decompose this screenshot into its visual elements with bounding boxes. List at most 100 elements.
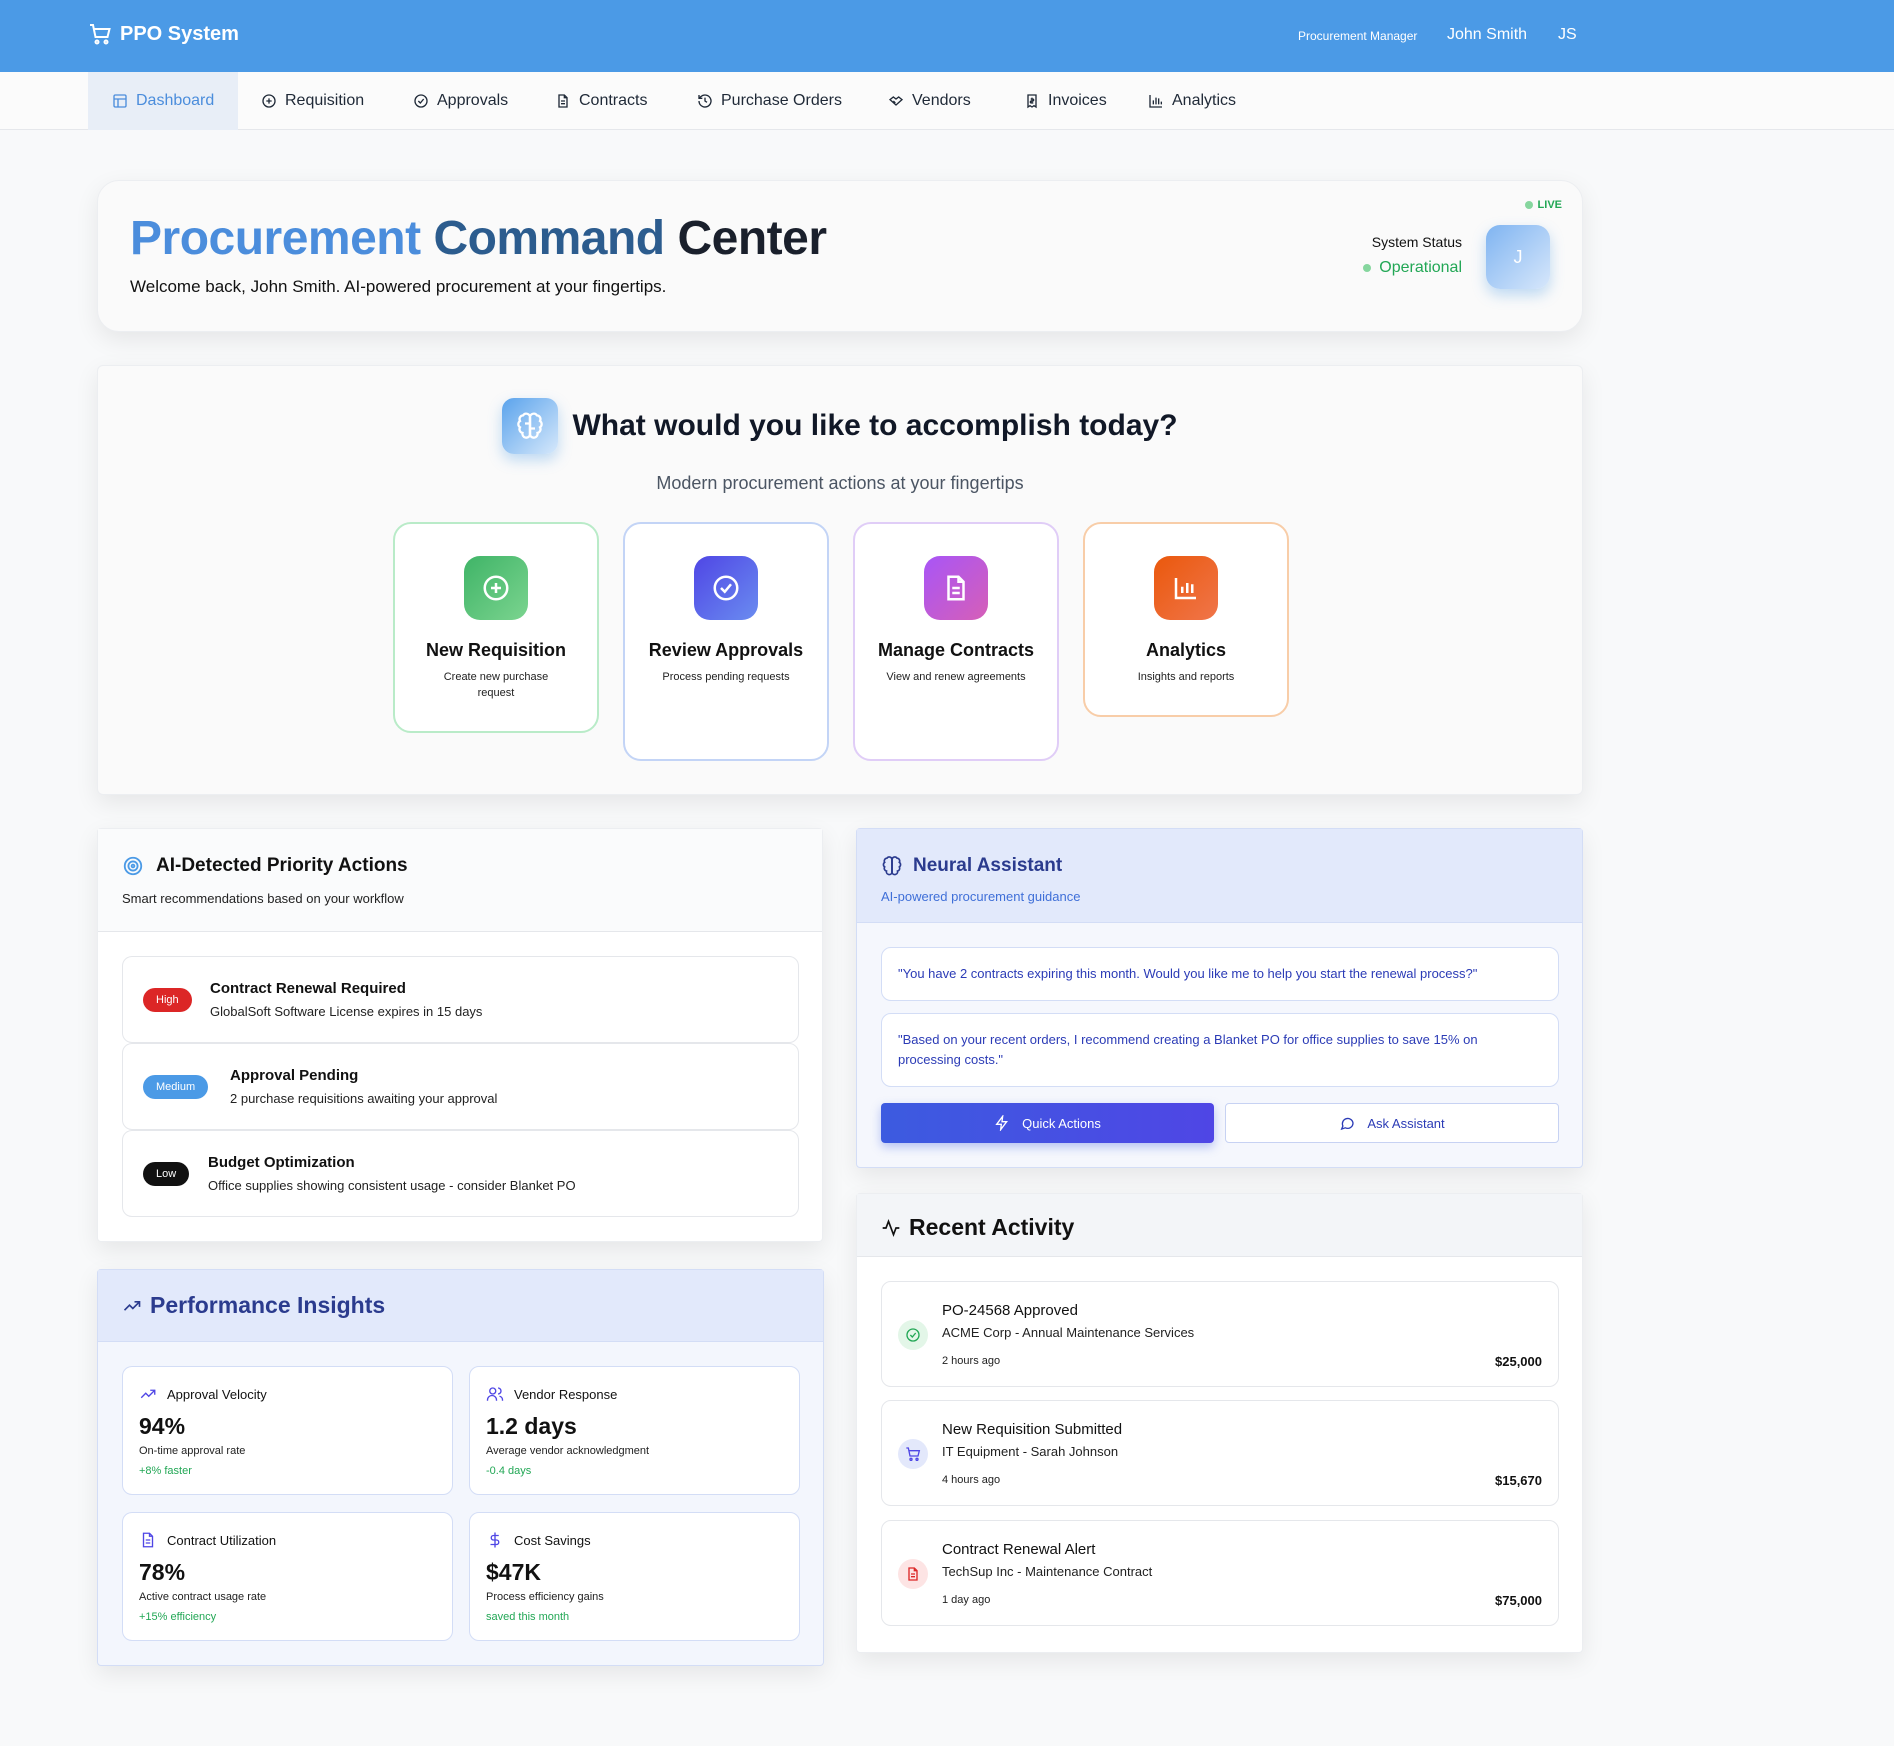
brain-icon bbox=[882, 856, 902, 876]
priority-actions-panel: AI-Detected Priority Actions Smart recom… bbox=[97, 828, 823, 1242]
activity-item[interactable]: Contract Renewal Alert TechSup Inc - Mai… bbox=[881, 1520, 1559, 1626]
cart-icon bbox=[90, 24, 111, 45]
action-card-analytics[interactable]: Analytics Insights and reports bbox=[1083, 522, 1289, 717]
nav-label: Contracts bbox=[579, 92, 648, 109]
recent-activity-header: Recent Activity bbox=[857, 1194, 1582, 1257]
activity-item[interactable]: New Requisition Submitted IT Equipment -… bbox=[881, 1400, 1559, 1506]
metric-value: 1.2 days bbox=[486, 1413, 577, 1439]
nav-label: Invoices bbox=[1048, 92, 1107, 109]
brand-name: PPO System bbox=[120, 22, 239, 45]
brain-icon bbox=[517, 412, 544, 439]
activity-desc: TechSup Inc - Maintenance Contract bbox=[942, 1564, 1153, 1579]
nav-vendors[interactable]: Vendors bbox=[864, 72, 995, 130]
priority-item[interactable]: Medium Approval Pending 2 purchase requi… bbox=[122, 1043, 799, 1130]
page-title: Procurement Command Center bbox=[130, 211, 827, 266]
live-indicator: LIVE bbox=[1524, 199, 1562, 211]
priority-item-desc: GlobalSoft Software License expires in 1… bbox=[210, 1004, 483, 1019]
handshake-icon bbox=[888, 96, 904, 106]
neural-assistant-header: Neural Assistant AI-powered procurement … bbox=[857, 829, 1582, 923]
live-dot-icon bbox=[1524, 201, 1533, 209]
priority-item-desc: Office supplies showing consistent usage… bbox=[208, 1178, 576, 1193]
activity-title: PO-24568 Approved bbox=[942, 1302, 1078, 1319]
action-card-review-approvals[interactable]: Review Approvals Process pending request… bbox=[623, 522, 829, 761]
nav-label: Purchase Orders bbox=[721, 92, 842, 109]
user-initials[interactable]: JS bbox=[1558, 26, 1577, 44]
title-word-2: Command bbox=[433, 212, 665, 265]
quick-actions-subtitle: Modern procurement actions at your finge… bbox=[656, 473, 1024, 493]
metric-label: Contract Utilization bbox=[139, 1531, 276, 1549]
priority-item[interactable]: Low Budget Optimization Office supplies … bbox=[122, 1130, 799, 1217]
priority-item-title: Budget Optimization bbox=[208, 1154, 355, 1171]
performance-insights-panel: Performance Insights Approval Velocity 9… bbox=[97, 1269, 824, 1666]
assistant-message: "Based on your recent orders, I recommen… bbox=[881, 1013, 1559, 1087]
live-label: LIVE bbox=[1537, 199, 1562, 211]
metric-label-text: Contract Utilization bbox=[167, 1532, 277, 1548]
metric-value: 94% bbox=[139, 1413, 186, 1439]
activity-title: New Requisition Submitted bbox=[942, 1421, 1123, 1438]
nav-requisition[interactable]: Requisition bbox=[237, 72, 388, 130]
history-icon bbox=[698, 94, 712, 108]
layout-icon bbox=[113, 94, 127, 108]
activity-item[interactable]: PO-24568 Approved ACME Corp - Annual Mai… bbox=[881, 1281, 1559, 1387]
file-icon bbox=[898, 1559, 928, 1589]
metric-trend: -0.4 days bbox=[486, 1465, 532, 1477]
priority-actions-title: AI-Detected Priority Actions bbox=[122, 855, 408, 877]
quick-actions-button[interactable]: Quick Actions bbox=[881, 1103, 1214, 1143]
priority-item-desc: 2 purchase requisitions awaiting your ap… bbox=[230, 1091, 498, 1106]
activity-amount: $15,670 bbox=[1495, 1473, 1542, 1488]
activity-desc: ACME Corp - Annual Maintenance Services bbox=[942, 1325, 1195, 1340]
priority-item-title: Approval Pending bbox=[230, 1067, 359, 1084]
priority-badge-low: Low bbox=[143, 1162, 190, 1186]
assistant-message: "You have 2 contracts expiring this mont… bbox=[881, 947, 1559, 1001]
activity-amount: $25,000 bbox=[1495, 1354, 1542, 1369]
metric-desc: On-time approval rate bbox=[139, 1445, 246, 1457]
target-icon bbox=[123, 856, 143, 876]
quick-actions-title: What would you like to accomplish today? bbox=[572, 409, 1178, 442]
metric-label-text: Vendor Response bbox=[514, 1386, 618, 1402]
nav-label: Approvals bbox=[437, 92, 509, 109]
users-icon bbox=[486, 1387, 504, 1401]
action-card-manage-contracts[interactable]: Manage Contracts View and renew agreemen… bbox=[853, 522, 1059, 761]
user-name[interactable]: John Smith bbox=[1447, 26, 1527, 44]
cart-icon bbox=[898, 1439, 928, 1469]
trending-up-icon bbox=[140, 1389, 156, 1399]
metric-trend: saved this month bbox=[486, 1611, 570, 1623]
nav-approvals[interactable]: Approvals bbox=[389, 72, 532, 130]
activity-desc: IT Equipment - Sarah Johnson bbox=[942, 1444, 1119, 1459]
nav-label: Vendors bbox=[912, 92, 971, 109]
nav-contracts[interactable]: Contracts bbox=[531, 72, 671, 130]
activity-icon bbox=[882, 1218, 900, 1237]
metric-desc: Average vendor acknowledgment bbox=[486, 1445, 650, 1457]
metric-card-contract-utilization[interactable]: Contract Utilization 78% Active contract… bbox=[122, 1512, 453, 1641]
check-circle-icon bbox=[414, 94, 428, 108]
metric-card-cost-savings[interactable]: Cost Savings $47K Process efficiency gai… bbox=[469, 1512, 800, 1641]
main-nav: Dashboard Requisition Approvals Contract… bbox=[0, 72, 1894, 130]
metric-card-approval-velocity[interactable]: Approval Velocity 94% On-time approval r… bbox=[122, 1366, 453, 1495]
nav-invoices[interactable]: Invoices bbox=[1000, 72, 1131, 130]
action-card-new-requisition[interactable]: New Requisition Create new purchase requ… bbox=[393, 522, 599, 733]
metric-label-text: Approval Velocity bbox=[167, 1386, 267, 1402]
neural-assistant-title: Neural Assistant bbox=[881, 855, 1062, 877]
priority-item-title: Contract Renewal Required bbox=[210, 980, 406, 997]
welcome-message: Welcome back, John Smith. AI-powered pro… bbox=[130, 277, 667, 296]
panel-title: AI-Detected Priority Actions bbox=[156, 855, 408, 876]
priority-badge-high: High bbox=[143, 988, 192, 1012]
nav-analytics[interactable]: Analytics bbox=[1124, 72, 1260, 130]
brand[interactable]: PPO System bbox=[88, 22, 239, 46]
check-circle-icon bbox=[898, 1320, 928, 1350]
priority-item[interactable]: High Contract Renewal Required GlobalSof… bbox=[122, 956, 799, 1043]
action-card-title: Analytics bbox=[1145, 640, 1227, 660]
panel-subtitle: Smart recommendations based on your work… bbox=[122, 891, 404, 906]
recent-activity-panel: Recent Activity PO-24568 Approved ACME C… bbox=[856, 1193, 1583, 1653]
ask-assistant-button[interactable]: Ask Assistant bbox=[1225, 1103, 1559, 1143]
action-card-title: Review Approvals bbox=[648, 640, 804, 660]
nav-purchase-orders[interactable]: Purchase Orders bbox=[673, 72, 866, 130]
nav-dashboard[interactable]: Dashboard bbox=[88, 72, 239, 130]
bar-chart-icon bbox=[1154, 556, 1218, 620]
action-card-title: New Requisition bbox=[425, 640, 566, 660]
metric-label: Cost Savings bbox=[486, 1531, 591, 1549]
avatar[interactable]: J bbox=[1486, 225, 1550, 289]
top-header: PPO System Procurement Manager John Smit… bbox=[0, 0, 1894, 72]
metric-card-vendor-response[interactable]: Vendor Response 1.2 days Average vendor … bbox=[469, 1366, 800, 1495]
nav-label: Analytics bbox=[1172, 92, 1237, 109]
